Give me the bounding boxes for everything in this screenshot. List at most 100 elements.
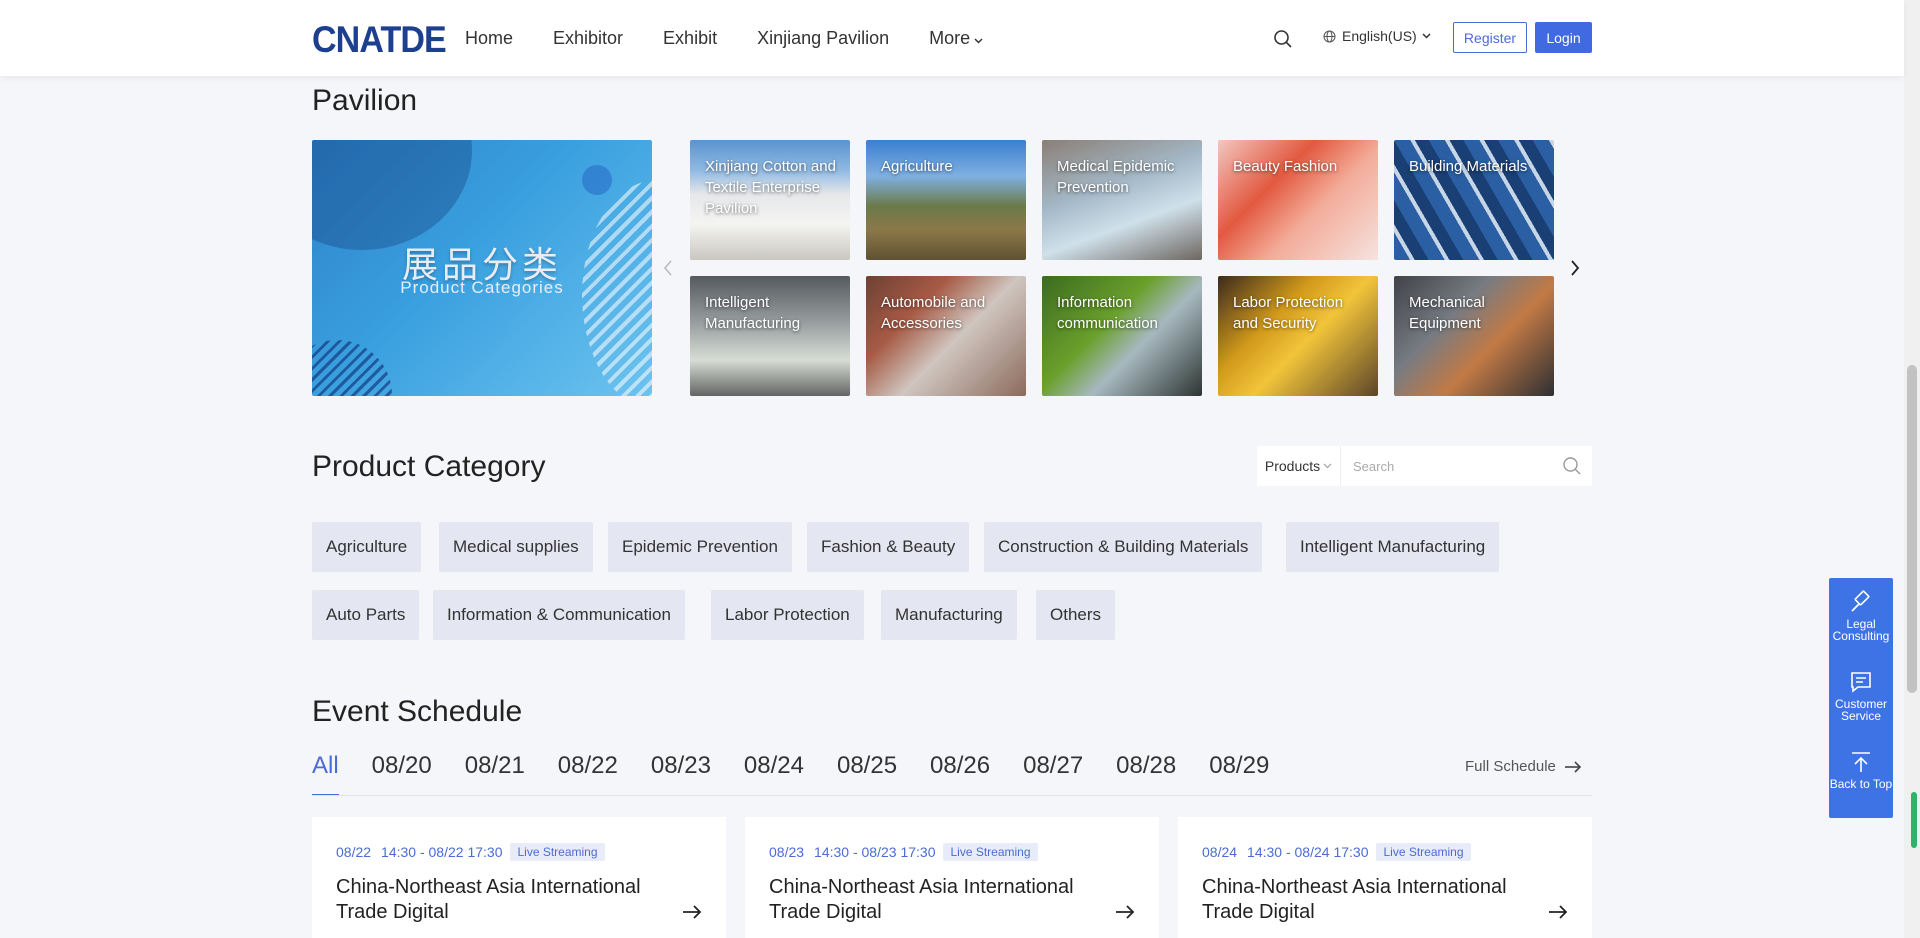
tile-label: Information communication — [1057, 294, 1158, 332]
nav-home[interactable]: Home — [465, 28, 513, 49]
customer-service-button[interactable]: Customer Service — [1829, 670, 1893, 722]
pavilion-tile-labor[interactable]: Labor Protection and Security — [1218, 276, 1378, 396]
arrow-up-icon — [1852, 752, 1870, 772]
product-category-title: Product Category — [312, 450, 546, 483]
tile-label: Automobile and Accessories — [881, 294, 986, 332]
floating-sidebar: Legal Consulting Customer Service Back t… — [1829, 578, 1893, 818]
category-tag-others[interactable]: Others — [1036, 590, 1116, 640]
pavilion-tile-information[interactable]: Information communication — [1042, 276, 1202, 396]
tile-label: Mechanical Equipment — [1409, 294, 1485, 332]
event-date: 08/23 — [769, 844, 805, 860]
search-icon[interactable] — [1273, 29, 1293, 49]
arrow-right-icon[interactable] — [1548, 905, 1568, 924]
event-schedule-title: Event Schedule — [312, 695, 523, 728]
language-selector[interactable]: English(US) — [1323, 28, 1437, 44]
pavilion-tile-automobile[interactable]: Automobile and Accessories — [866, 276, 1026, 396]
category-tag-epidemic-prevention[interactable]: Epidemic Prevention — [608, 522, 792, 572]
event-meta: 08/23 14:30 - 08/23 17:30 Live Streaming — [769, 843, 1038, 861]
category-tag-agriculture[interactable]: Agriculture — [312, 522, 422, 572]
banner-decoration — [312, 140, 472, 250]
full-schedule-label: Full Schedule — [1465, 758, 1556, 775]
live-streaming-badge: Live Streaming — [510, 843, 605, 861]
nav-exhibitor[interactable]: Exhibitor — [553, 28, 623, 49]
scrollbar-thumb[interactable] — [1907, 365, 1917, 693]
event-title: China-Northeast Asia International Trade… — [336, 876, 641, 923]
register-button[interactable]: Register — [1453, 22, 1527, 53]
site-logo[interactable]: CNATDE — [312, 19, 447, 61]
tab-0829[interactable]: 08/29 — [1209, 752, 1269, 796]
search-icon[interactable] — [1552, 446, 1592, 486]
event-card[interactable]: 08/22 14:30 - 08/22 17:30 Live Streaming… — [312, 817, 726, 938]
tab-0820[interactable]: 08/20 — [372, 752, 432, 796]
tile-label: Labor Protection and Security — [1233, 294, 1344, 332]
tile-label: Medical Epidemic Prevention — [1057, 158, 1175, 196]
carousel-next-arrow-icon[interactable] — [1565, 258, 1585, 278]
chat-icon — [1851, 672, 1871, 693]
top-header: CNATDE Home Exhibitor Exhibit Xinjiang P… — [0, 0, 1904, 76]
product-search-input[interactable] — [1341, 446, 1552, 486]
back-to-top-button[interactable]: Back to Top — [1829, 750, 1893, 790]
legal-consulting-button[interactable]: Legal Consulting — [1829, 590, 1893, 642]
gavel-icon — [1851, 590, 1870, 612]
pavilion-tile-building[interactable]: Building Materials — [1394, 140, 1554, 260]
arrow-right-icon[interactable] — [1115, 905, 1135, 924]
chevron-down-icon — [1422, 33, 1431, 39]
event-title: China-Northeast Asia International Trade… — [769, 876, 1074, 923]
main-nav: Home Exhibitor Exhibit Xinjiang Pavilion… — [465, 0, 1023, 76]
tab-0826[interactable]: 08/26 — [930, 752, 990, 796]
arrow-right-icon[interactable] — [682, 905, 702, 924]
tab-0821[interactable]: 08/21 — [465, 752, 525, 796]
category-tag-medical-supplies[interactable]: Medical supplies — [439, 522, 593, 572]
event-time: 14:30 - 08/24 17:30 — [1247, 844, 1369, 860]
category-tag-construction[interactable]: Construction & Building Materials — [984, 522, 1263, 572]
globe-icon — [1323, 30, 1336, 42]
pavilion-tile-intelligent[interactable]: Intelligent Manufacturing — [690, 276, 850, 396]
nav-exhibit[interactable]: Exhibit — [663, 28, 717, 49]
customer-service-label: Customer Service — [1834, 697, 1887, 723]
category-tag-fashion-beauty[interactable]: Fashion & Beauty — [807, 522, 970, 572]
tab-0823[interactable]: 08/23 — [651, 752, 711, 796]
pavilion-title: Pavilion — [312, 84, 418, 117]
tile-label: Agriculture — [881, 158, 953, 175]
category-tag-information-communication[interactable]: Information & Communication — [433, 590, 685, 640]
nav-more-label: More — [929, 27, 971, 48]
tile-label: Building Materials — [1409, 158, 1528, 175]
search-type-select[interactable]: Products — [1257, 446, 1341, 486]
tile-label: Intelligent Manufacturing — [705, 294, 801, 332]
pavilion-tile-cotton[interactable]: Xinjiang Cotton and Textile Enterprise P… — [690, 140, 850, 260]
category-tag-labor-protection[interactable]: Labor Protection — [711, 590, 864, 640]
event-card[interactable]: 08/23 14:30 - 08/23 17:30 Live Streaming… — [745, 817, 1159, 938]
category-tag-manufacturing[interactable]: Manufacturing — [881, 590, 1017, 640]
pavilion-tile-agriculture[interactable]: Agriculture — [866, 140, 1026, 260]
full-schedule-link[interactable]: Full Schedule — [1465, 758, 1582, 775]
event-title: China-Northeast Asia International Trade… — [1202, 876, 1507, 923]
nav-xinjiang-pavilion[interactable]: Xinjiang Pavilion — [757, 28, 889, 49]
category-tag-auto-parts[interactable]: Auto Parts — [312, 590, 420, 640]
tabs-divider — [312, 795, 1592, 796]
nav-more[interactable]: More — [929, 28, 983, 49]
tile-label: Beauty Fashion — [1233, 158, 1338, 175]
pavilion-tile-mechanical[interactable]: Mechanical Equipment — [1394, 276, 1554, 396]
event-date: 08/22 — [336, 844, 372, 860]
language-label: English(US) — [1342, 28, 1417, 44]
event-meta: 08/22 14:30 - 08/22 17:30 Live Streaming — [336, 843, 605, 861]
event-card[interactable]: 08/24 14:30 - 08/24 17:30 Live Streaming… — [1178, 817, 1592, 938]
pavilion-tile-medical[interactable]: Medical Epidemic Prevention — [1042, 140, 1202, 260]
tab-0827[interactable]: 08/27 — [1023, 752, 1083, 796]
product-categories-banner[interactable]: 展品分类 Product Categories — [312, 140, 652, 396]
pavilion-tile-beauty[interactable]: Beauty Fashion — [1218, 140, 1378, 260]
category-tag-intelligent-manufacturing[interactable]: Intelligent Manufacturing — [1286, 522, 1500, 572]
tab-all[interactable]: All — [312, 752, 339, 796]
event-date: 08/24 — [1202, 844, 1238, 860]
search-type-label: Products — [1264, 458, 1321, 474]
back-to-top-label: Back to Top — [1829, 777, 1893, 791]
date-tabs: All 08/20 08/21 08/22 08/23 08/24 08/25 … — [312, 752, 1302, 796]
carousel-prev-arrow-icon[interactable] — [658, 258, 678, 278]
tile-label: Xinjiang Cotton and Textile Enterprise P… — [705, 158, 836, 217]
tab-0824[interactable]: 08/24 — [744, 752, 804, 796]
login-button[interactable]: Login — [1535, 22, 1592, 53]
tab-0825[interactable]: 08/25 — [837, 752, 897, 796]
tab-0828[interactable]: 08/28 — [1116, 752, 1176, 796]
tab-0822[interactable]: 08/22 — [558, 752, 618, 796]
arrow-right-icon — [1564, 760, 1582, 773]
